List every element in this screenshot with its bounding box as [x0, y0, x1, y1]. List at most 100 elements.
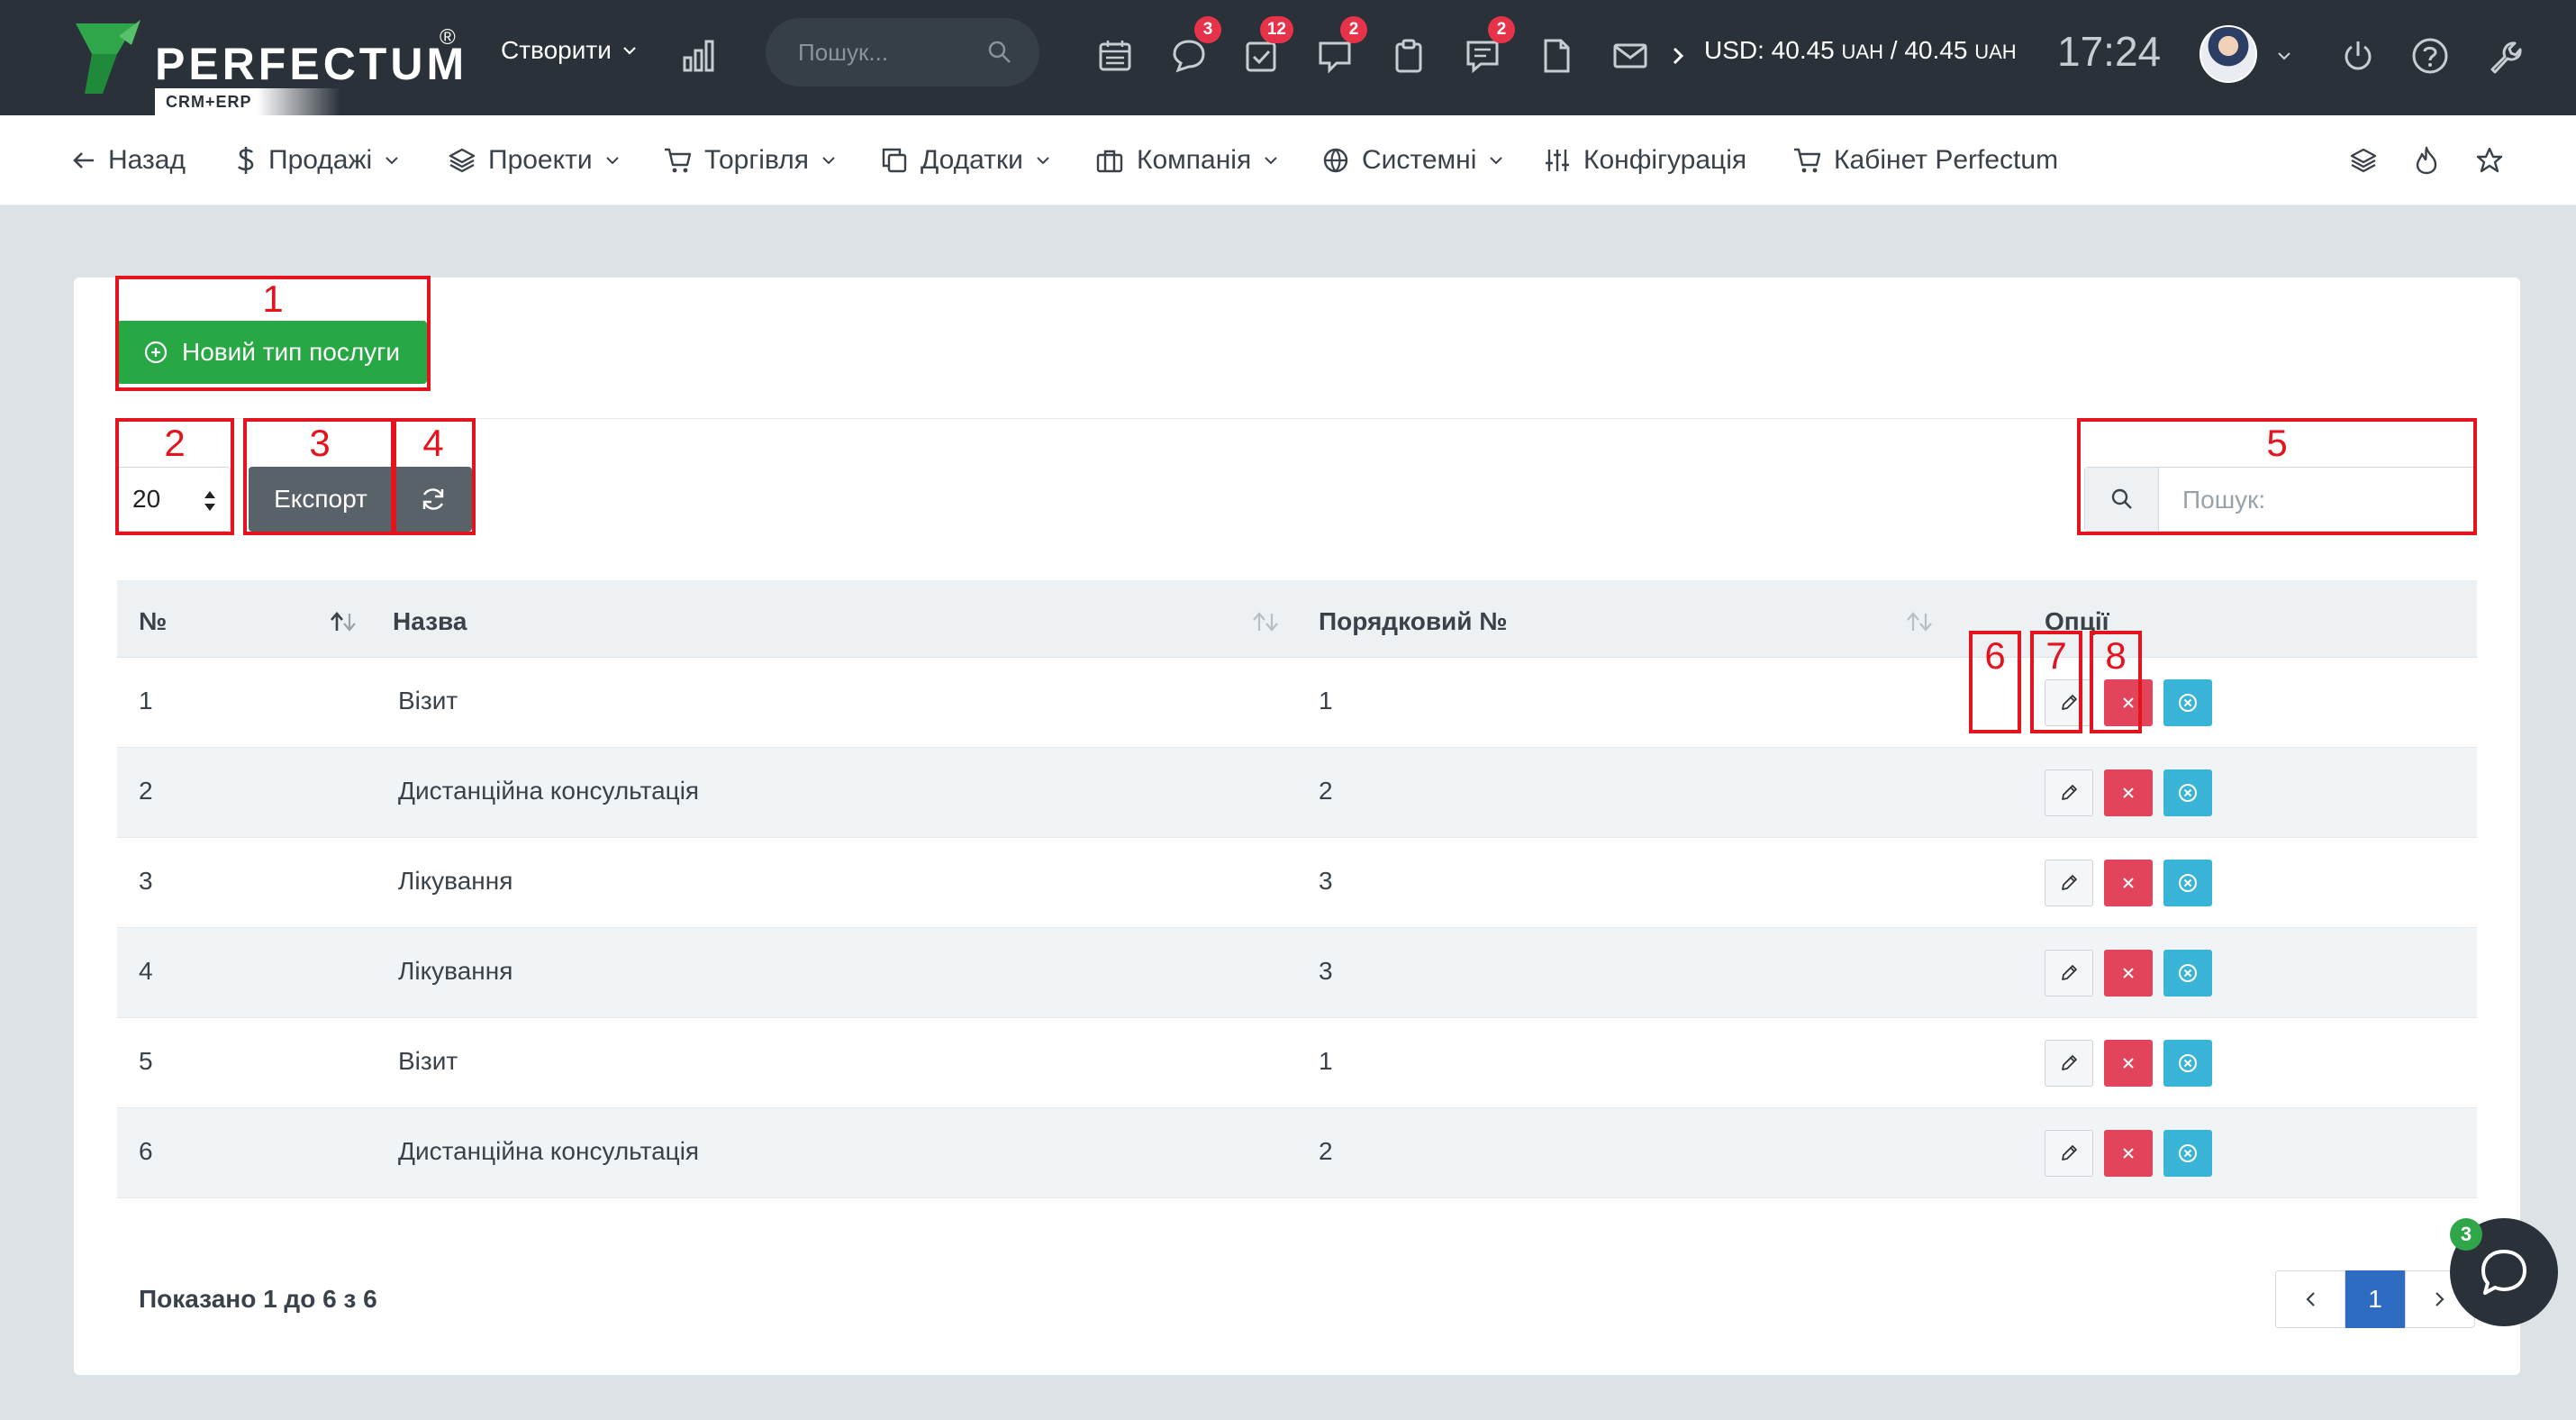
star-icon[interactable] — [2472, 142, 2508, 178]
clock: 17:24 — [2057, 28, 2162, 75]
edit-button[interactable] — [2045, 1040, 2093, 1087]
nav-system-label: Системні — [1362, 145, 1477, 175]
table-row: 3 Лікування 3 — [117, 838, 2477, 928]
layers-icon[interactable] — [2345, 142, 2381, 178]
close-icon — [2123, 787, 2134, 798]
mail-icon[interactable] — [1605, 31, 1655, 81]
nav-cabinet-label: Кабінет Perfectum — [1834, 145, 2059, 175]
table-search-button[interactable] — [2085, 468, 2159, 531]
table-row: 4 Лікування 3 — [117, 928, 2477, 1018]
edit-button[interactable] — [2045, 769, 2093, 816]
delete-button[interactable] — [2104, 769, 2153, 816]
nav-addons-label: Додатки — [921, 145, 1023, 175]
document-icon[interactable] — [1531, 31, 1582, 81]
deactivate-button[interactable] — [2163, 1130, 2212, 1177]
nav-company[interactable]: Компанія — [1095, 142, 1278, 178]
briefcase-icon — [1095, 148, 1124, 173]
deactivate-button[interactable] — [2163, 860, 2212, 906]
help-icon[interactable] — [2405, 31, 2455, 81]
cell-name: Лікування — [398, 867, 513, 895]
deactivate-button[interactable] — [2163, 1040, 2212, 1087]
chevron-down-icon — [821, 156, 836, 165]
search-icon — [2110, 487, 2134, 511]
edit-button[interactable] — [2045, 950, 2093, 997]
cell-order: 2 — [1319, 777, 1333, 805]
column-header-order[interactable]: Порядковий № — [1319, 607, 1507, 636]
nav-config[interactable]: Конфігурація — [1544, 142, 1746, 178]
new-service-type-button[interactable]: Новий тип послуги — [117, 321, 427, 384]
power-icon[interactable] — [2333, 31, 2383, 81]
calendar-icon[interactable] — [1090, 31, 1140, 81]
search-icon[interactable] — [987, 40, 1012, 65]
close-circle-icon — [2179, 964, 2197, 982]
nav-trade[interactable]: Торгівля — [663, 142, 836, 178]
tasks-icon[interactable]: 12 — [1236, 16, 1293, 81]
table-search[interactable] — [2084, 467, 2477, 532]
create-menu[interactable]: Створити — [501, 36, 637, 65]
delete-button[interactable] — [2104, 860, 2153, 906]
table-search-input[interactable] — [2182, 482, 2453, 518]
table-row: 2 Дистанційна консультація 2 — [117, 748, 2477, 838]
delete-button[interactable] — [2104, 950, 2153, 997]
chat-icon[interactable]: 3 — [1164, 16, 1221, 81]
nav-sales[interactable]: Продажі — [236, 142, 399, 178]
export-button[interactable]: Експорт — [249, 467, 393, 532]
chevron-right-icon[interactable] — [1664, 31, 1692, 81]
refresh-button[interactable] — [393, 467, 472, 532]
nav-company-label: Компанія — [1137, 145, 1252, 175]
create-menu-label: Створити — [501, 36, 612, 64]
messages-icon[interactable]: 2 — [1310, 16, 1367, 81]
nav-config-label: Конфігурація — [1583, 145, 1747, 175]
chevron-down-icon — [1489, 156, 1503, 165]
notes-icon[interactable]: 2 — [1457, 16, 1515, 81]
currency-rate-value: USD: 40.45 — [1704, 36, 1835, 64]
delete-button[interactable] — [2104, 1040, 2153, 1087]
stats-icon[interactable] — [674, 31, 724, 81]
cell-name: Лікування — [398, 957, 513, 985]
clipboard-icon[interactable] — [1383, 31, 1434, 81]
prev-page-button[interactable] — [2275, 1270, 2345, 1328]
page-size-select[interactable]: 20 — [117, 467, 231, 532]
fire-icon[interactable] — [2408, 142, 2444, 178]
delete-button[interactable] — [2104, 1130, 2153, 1177]
chevron-down-icon — [385, 156, 399, 165]
currency-rate-value-2: / 40.45 — [1890, 36, 1968, 64]
global-search-input[interactable] — [798, 34, 978, 70]
user-menu-chevron-icon[interactable] — [2272, 31, 2297, 81]
table-row: 1 Візит 1 — [117, 658, 2477, 748]
perfectum-logo[interactable]: PERFECTUM ® CRM+ERP — [72, 18, 468, 115]
nav-back[interactable]: Назад — [72, 142, 186, 178]
global-search[interactable] — [766, 18, 1039, 86]
sort-asc-icon[interactable] — [330, 611, 357, 637]
nav-addons[interactable]: Додатки — [881, 142, 1050, 178]
column-header-name[interactable]: Назва — [393, 607, 467, 636]
cell-number: 4 — [139, 957, 153, 985]
nav-system[interactable]: Системні — [1322, 142, 1503, 178]
avatar[interactable] — [2200, 25, 2257, 83]
deactivate-button[interactable] — [2163, 679, 2212, 726]
nav-cabinet[interactable]: Кабінет Perfectum — [1792, 142, 2058, 178]
chevron-down-icon — [605, 156, 620, 165]
logo-registered-mark: ® — [440, 25, 456, 50]
edit-button[interactable] — [2045, 679, 2093, 726]
edit-button[interactable] — [2045, 860, 2093, 906]
sort-icon[interactable] — [1252, 611, 1279, 637]
nav-projects[interactable]: Проекти — [449, 142, 620, 178]
table-row: 6 Дистанційна консультація 2 — [117, 1108, 2477, 1198]
deactivate-button[interactable] — [2163, 769, 2212, 816]
page-button-current[interactable]: 1 — [2345, 1270, 2405, 1328]
wrench-icon[interactable] — [2479, 31, 2529, 81]
column-header-options: Опції — [2045, 607, 2109, 635]
copy-icon — [881, 147, 908, 174]
delete-button[interactable] — [2104, 679, 2153, 726]
close-circle-icon — [2179, 874, 2197, 892]
sort-icon[interactable] — [1906, 611, 1933, 637]
cell-number: 2 — [139, 777, 153, 805]
deactivate-button[interactable] — [2163, 950, 2212, 997]
chevron-down-icon — [1264, 156, 1278, 165]
pencil-icon — [2062, 965, 2077, 980]
edit-button[interactable] — [2045, 1130, 2093, 1177]
sliders-icon — [1544, 147, 1571, 174]
column-header-number[interactable]: № — [139, 607, 167, 636]
pencil-icon — [2062, 695, 2077, 710]
